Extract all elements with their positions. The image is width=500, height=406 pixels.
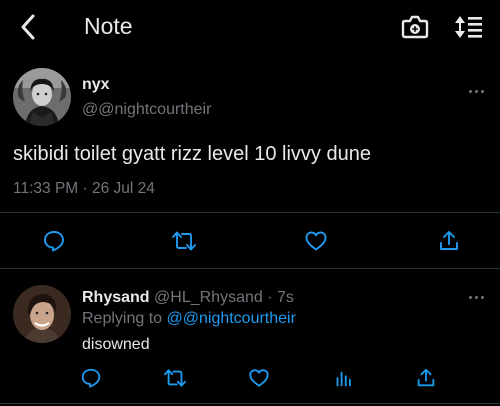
- dot: [480, 295, 484, 299]
- divider: [0, 403, 500, 404]
- tweet-text: skibidi toilet gyatt rizz level 10 livvy…: [13, 143, 371, 165]
- reply-icon: [44, 231, 64, 252]
- author-handle[interactable]: @@nightcourtheir: [82, 101, 211, 119]
- retweet-button[interactable]: [167, 226, 201, 256]
- reply-author-handle[interactable]: @HL_Rhysand: [154, 289, 263, 306]
- share-button[interactable]: [432, 226, 466, 256]
- top-bar: Note: [0, 0, 500, 54]
- reply-button[interactable]: [37, 226, 71, 256]
- dot: [474, 89, 478, 93]
- divider: [0, 212, 500, 213]
- retweet-icon: [164, 369, 186, 387]
- tweet-timestamp: 11:33 PM · 26 Jul 24: [13, 180, 155, 197]
- reply-header: Rhysand @HL_Rhysand · 7s: [82, 289, 294, 307]
- reply-reply-button[interactable]: [74, 363, 108, 393]
- avatar-image: [13, 68, 71, 126]
- dot: [468, 89, 472, 93]
- camera-button[interactable]: [398, 11, 432, 43]
- like-button[interactable]: [299, 226, 333, 256]
- replying-to-handle[interactable]: @@nightcourtheir: [167, 310, 296, 327]
- reply-text: disowned: [82, 336, 150, 353]
- author-name[interactable]: nyx: [82, 76, 110, 94]
- avatar[interactable]: [13, 68, 71, 126]
- reply-like-button[interactable]: [242, 363, 276, 393]
- reply-icon: [81, 368, 101, 388]
- more-options-button[interactable]: [464, 84, 488, 98]
- dot: [468, 295, 472, 299]
- reply-retweet-button[interactable]: [158, 363, 192, 393]
- dot: [474, 295, 478, 299]
- reply-author-name[interactable]: Rhysand: [82, 289, 150, 306]
- avatar-image: [13, 285, 71, 343]
- chevron-left-icon: [21, 14, 35, 40]
- page-title: Note: [84, 13, 133, 39]
- replying-to-label: Replying to: [82, 310, 163, 327]
- reply-share-button[interactable]: [409, 363, 443, 393]
- retweet-icon: [172, 231, 196, 251]
- sort-button[interactable]: [452, 11, 486, 43]
- dot: [480, 89, 484, 93]
- analytics-icon: [336, 371, 351, 387]
- like-icon: [249, 369, 269, 387]
- reply-time: · 7s: [267, 289, 294, 306]
- share-icon: [417, 368, 435, 387]
- replying-to: Replying to @@nightcourtheir: [82, 310, 296, 328]
- back-button[interactable]: [12, 10, 44, 44]
- reply-avatar[interactable]: [13, 285, 71, 343]
- share-icon: [440, 231, 458, 250]
- camera-plus-icon: [401, 15, 429, 39]
- like-icon: [305, 231, 327, 251]
- divider: [0, 268, 500, 269]
- sort-list-icon: [455, 16, 482, 38]
- reply-analytics-button[interactable]: [326, 363, 360, 393]
- reply-more-options-button[interactable]: [464, 290, 488, 304]
